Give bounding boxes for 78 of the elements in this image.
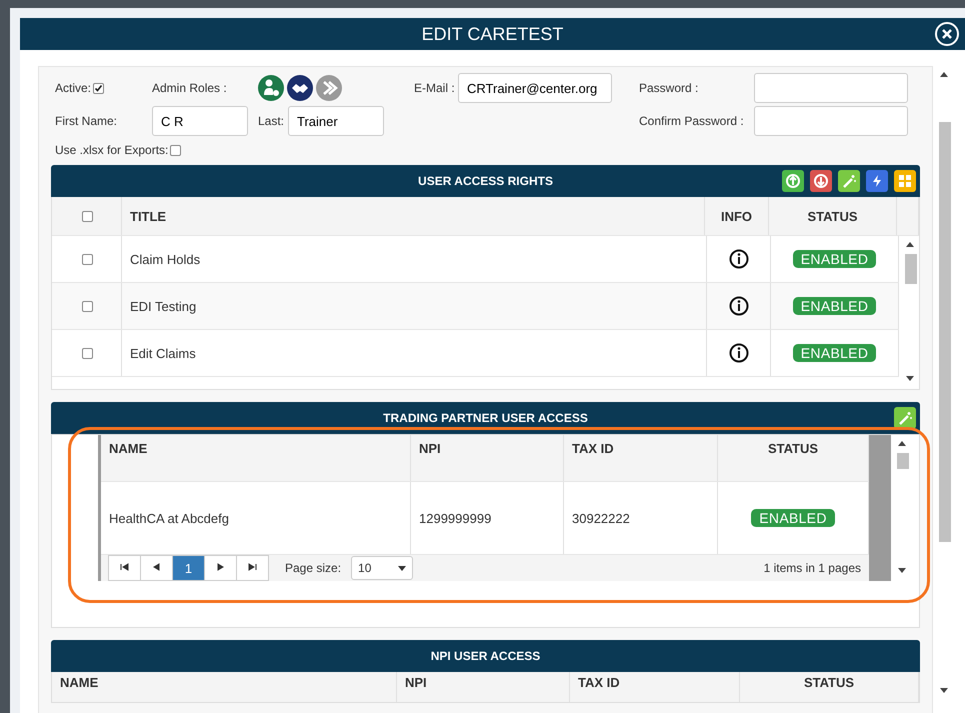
status-badge: ENABLED [792, 250, 876, 268]
xlsx-checkbox[interactable] [170, 145, 182, 156]
password-field[interactable] [754, 73, 908, 103]
scroll-down-icon[interactable] [940, 688, 948, 693]
confirm-password-field[interactable] [754, 106, 908, 136]
info-icon[interactable] [728, 296, 748, 316]
previous-page-button[interactable] [140, 555, 173, 581]
magic-wand-icon[interactable] [838, 170, 860, 192]
table-cell: 1299999999 [411, 482, 564, 554]
info-icon[interactable] [728, 249, 748, 269]
column-header: TAX ID [564, 435, 718, 481]
last-page-button[interactable] [236, 555, 269, 581]
column-header: NPI [411, 435, 564, 481]
column-header: STATUS [769, 197, 897, 235]
table-cell: 30922222 [564, 482, 718, 554]
first-name-field[interactable]: C R [152, 106, 248, 136]
dialog-title: EDIT CARETEST [422, 24, 564, 44]
xlsx-label: Use .xlsx for Exports: [55, 143, 414, 157]
grid-icon[interactable] [894, 170, 916, 192]
magic-wand-icon[interactable] [894, 407, 916, 429]
pager-summary: 1 items in 1 pages [764, 561, 861, 575]
user-gear-icon[interactable] [258, 75, 284, 101]
scroll-up-icon[interactable] [940, 72, 948, 77]
page-button[interactable]: 1 [172, 555, 205, 581]
active-checkbox[interactable] [93, 83, 104, 94]
column-header: STATUS [740, 672, 919, 702]
info-icon[interactable] [728, 343, 748, 363]
upload-icon[interactable] [782, 170, 804, 192]
column-header: NPI [397, 672, 570, 702]
active-label: Active: [55, 81, 152, 95]
page-size-label: Page size: [285, 561, 342, 575]
scrollbar-thumb[interactable] [897, 453, 909, 469]
close-icon [942, 29, 952, 39]
scrollbar-thumb[interactable] [939, 122, 951, 542]
scroll-down-icon[interactable] [898, 568, 906, 573]
last-page-icon [248, 562, 257, 570]
caret-icon [398, 566, 406, 570]
column-header: NAME [52, 672, 397, 702]
download-icon[interactable] [810, 170, 832, 192]
row-checkbox[interactable] [82, 300, 93, 312]
first-page-button[interactable] [108, 555, 141, 581]
confirm-password-label: Confirm Password : [639, 114, 745, 128]
scroll-down-icon[interactable] [906, 376, 914, 381]
column-header: TAX ID [570, 672, 740, 702]
first-name-label: First Name: [55, 114, 118, 128]
handshake-icon[interactable] [287, 75, 313, 101]
scrollbar-thumb[interactable] [905, 254, 917, 284]
select-all-checkbox[interactable] [82, 210, 93, 222]
table-cell: Edit Claims [122, 330, 707, 376]
status-badge: ENABLED [751, 509, 835, 527]
page-size-select[interactable]: 10 [351, 556, 414, 580]
left-triangle-icon [152, 562, 161, 570]
column-header: INFO [705, 197, 769, 235]
last-name-label: Last: [258, 114, 284, 128]
close-button[interactable] [935, 22, 959, 46]
next-page-button[interactable] [204, 555, 237, 581]
scroll-up-icon[interactable] [906, 242, 914, 247]
password-label: Password : [639, 81, 700, 95]
email-label: E-Mail : [414, 81, 456, 95]
right-triangle-icon [216, 562, 225, 570]
column-header: TITLE [122, 197, 705, 235]
section-title: NPI USER ACCESS [430, 649, 540, 663]
section-title: TRADING PARTNER USER ACCESS [383, 411, 588, 425]
table-cell: HealthCA at Abcdefg [101, 482, 411, 554]
first-page-icon [120, 562, 129, 570]
email-field[interactable]: CRTrainer@center.org [458, 73, 612, 103]
status-badge: ENABLED [792, 297, 876, 315]
last-name-field[interactable]: Trainer [288, 106, 384, 136]
table-cell: Claim Holds [122, 236, 707, 282]
status-badge: ENABLED [792, 344, 876, 362]
scroll-up-icon[interactable] [898, 441, 906, 446]
row-checkbox[interactable] [82, 348, 93, 358]
section-title: USER ACCESS RIGHTS [418, 174, 553, 188]
column-header: NAME [101, 435, 411, 481]
admin-roles-label: Admin Roles : [152, 81, 228, 95]
table-cell: EDI Testing [122, 283, 707, 329]
lightning-icon[interactable] [866, 170, 888, 192]
row-checkbox[interactable] [82, 254, 93, 264]
